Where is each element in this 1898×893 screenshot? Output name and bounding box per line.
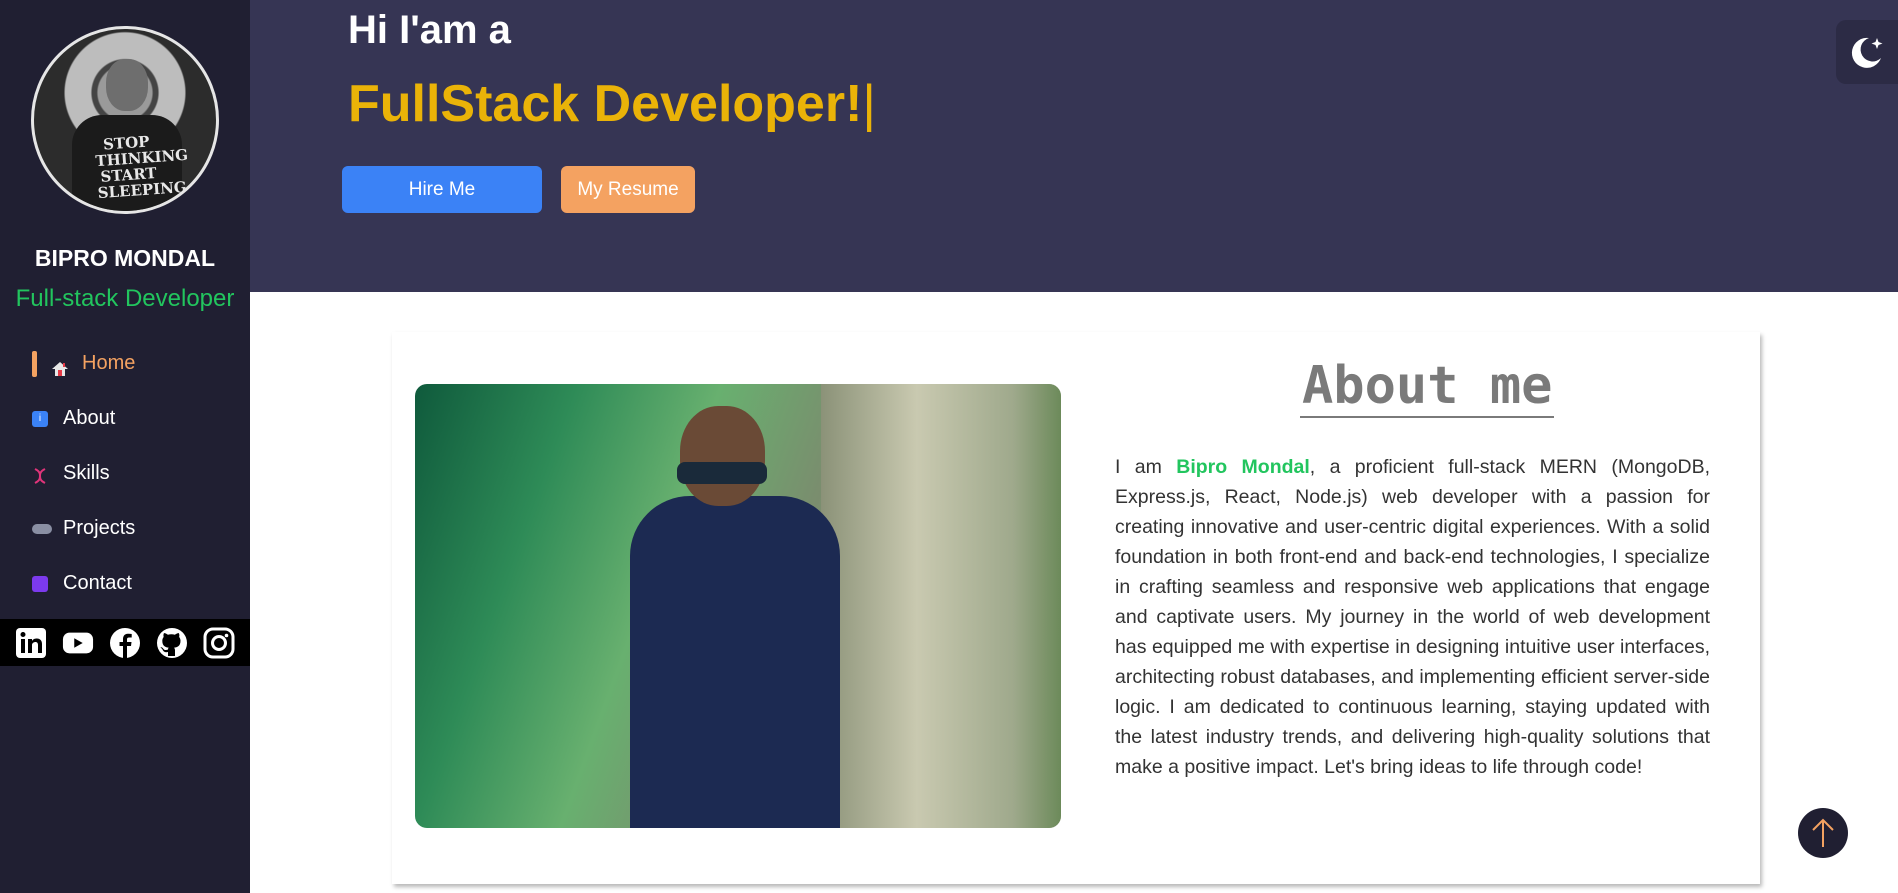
my-resume-button[interactable]: My Resume (561, 166, 695, 213)
profile-name: BIPRO MONDAL (34, 245, 216, 271)
youtube-icon[interactable] (62, 627, 94, 659)
typed-text: FullStack Developer! (348, 75, 863, 133)
home-icon (51, 360, 69, 376)
sidebar-item-label: Home (82, 352, 136, 374)
contact-card-icon (32, 575, 48, 592)
hire-me-button[interactable]: Hire Me (342, 166, 542, 213)
sidebar-item-label: About (63, 407, 116, 429)
sidebar: STOP THINKING START SLEEPING BIPRO MONDA… (0, 0, 250, 893)
sidebar-item-projects[interactable]: Projects (0, 501, 250, 556)
about-body: , a proficient full-stack MERN (MongoDB,… (1115, 456, 1710, 778)
sidebar-item-home[interactable]: Home (0, 336, 250, 391)
sidebar-item-label: Contact (63, 572, 132, 594)
typing-cursor: | (862, 75, 876, 133)
github-icon[interactable] (156, 627, 188, 659)
gamepad-icon (32, 523, 52, 534)
scroll-to-top-button[interactable] (1798, 808, 1848, 858)
dna-icon (32, 467, 50, 484)
about-paragraph: I am Bipro Mondal, a proficient full-sta… (1115, 452, 1710, 782)
sidebar-item-contact[interactable]: Contact (0, 556, 250, 611)
linkedin-icon[interactable] (15, 627, 47, 659)
moon-icon (1851, 37, 1883, 68)
arrow-up-icon (1812, 818, 1834, 847)
facebook-icon[interactable] (109, 627, 141, 659)
sidebar-item-skills[interactable]: Skills (0, 446, 250, 501)
profile-photo (415, 384, 1061, 828)
avatar-shirt-text: STOP THINKING START SLEEPING (94, 132, 189, 203)
social-links (0, 619, 250, 666)
sidebar-item-label: Skills (63, 462, 110, 484)
theme-toggle-button[interactable] (1836, 20, 1898, 84)
instagram-icon[interactable] (203, 627, 235, 659)
sidebar-nav: Home i About Skills Projects Contact (0, 336, 250, 611)
sidebar-item-label: Projects (63, 517, 136, 539)
sidebar-item-about[interactable]: i About (0, 391, 250, 446)
about-name-highlight: Bipro Mondal (1176, 456, 1310, 478)
hero-section: Hi I'am a FullStack Developer!| Hire Me … (250, 0, 1898, 292)
hero-greeting: Hi I'am a (348, 8, 511, 52)
active-indicator (32, 350, 37, 377)
info-icon: i (32, 410, 48, 427)
avatar: STOP THINKING START SLEEPING (31, 26, 219, 214)
profile-role: Full-stack Developer (15, 285, 235, 312)
about-intro: I am (1115, 456, 1162, 478)
about-heading: About me (1300, 356, 1555, 418)
hero-title: FullStack Developer!| (348, 74, 876, 134)
